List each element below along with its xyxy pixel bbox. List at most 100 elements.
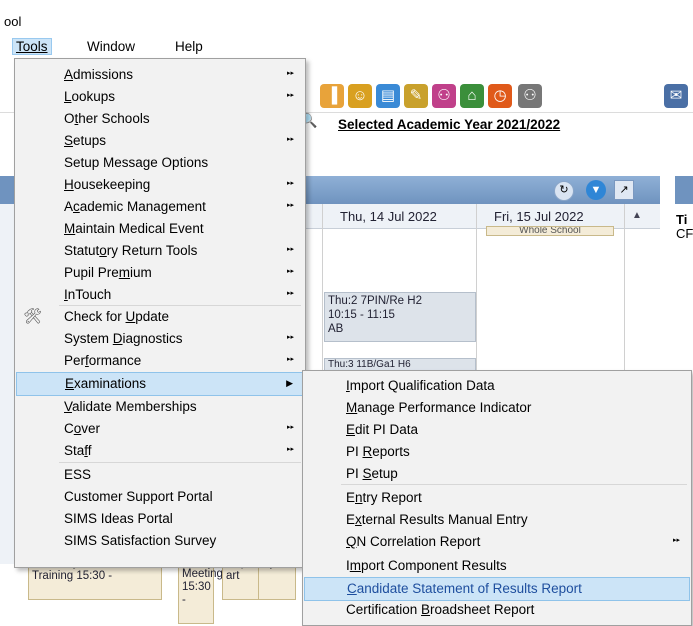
- left-pane: [0, 204, 14, 564]
- menu-item-customer-support-portal[interactable]: Customer Support Portal: [16, 486, 304, 508]
- chevron-down-icon[interactable]: ▼: [586, 180, 606, 200]
- mail-icon[interactable]: ✉: [664, 84, 688, 108]
- submenu-item-external-results-manual-entry[interactable]: External Results Manual Entry: [304, 509, 690, 531]
- right-pane-header: [675, 176, 693, 204]
- menu-item-housekeeping[interactable]: Housekeeping ▸▸: [16, 174, 304, 196]
- menu-item-sims-satisfaction-survey[interactable]: SIMS Satisfaction Survey: [16, 530, 304, 552]
- menu-item-performance[interactable]: Performance ▸▸: [16, 350, 304, 372]
- submenu-item-label: External Results Manual Entry: [346, 512, 528, 527]
- menu-tools[interactable]: Tools: [12, 38, 52, 55]
- menu-item-setups[interactable]: Setups ▸▸: [16, 130, 304, 152]
- menu-item-maintain-medical-event[interactable]: Maintain Medical Event: [16, 218, 304, 240]
- submenu-item-entry-report[interactable]: Entry Report: [304, 487, 690, 509]
- user-help-icon[interactable]: ⚇: [518, 84, 542, 108]
- clock-icon[interactable]: ◷: [488, 84, 512, 108]
- menu-item-label: Housekeeping: [64, 177, 151, 192]
- menu-help[interactable]: Help: [172, 39, 206, 54]
- submenu-item-certification-broadsheet-report[interactable]: Certification Broadsheet Report: [304, 599, 690, 621]
- edit-icon[interactable]: ✎: [404, 84, 428, 108]
- chart-icon[interactable]: ▐: [320, 84, 344, 108]
- menu-item-intouch[interactable]: InTouch ▸▸: [16, 284, 304, 306]
- menu-item-ess[interactable]: ESS: [16, 464, 304, 486]
- menu-help-label: Help: [175, 39, 203, 54]
- submenu-arrow-icon: ▸▸: [286, 246, 294, 253]
- menu-item-label: SIMS Satisfaction Survey: [64, 533, 217, 548]
- menu-item-label: Validate Memberships: [64, 399, 197, 414]
- submenu-item-qn-correlation-report[interactable]: QN Correlation Report ▸▸: [304, 531, 690, 553]
- menu-item-label: Cover: [64, 421, 101, 436]
- menu-item-other-schools[interactable]: Other Schools: [16, 108, 304, 130]
- submenu-item-import-component-results[interactable]: Import Component Results: [304, 555, 690, 577]
- menu-item-label: Performance: [64, 353, 142, 368]
- menu-item-staff[interactable]: Staff ▸▸: [16, 440, 304, 462]
- menu-item-label: Maintain Medical Event: [64, 221, 204, 236]
- submenu-item-label: Certification Broadsheet Report: [346, 602, 535, 617]
- menu-item-label: InTouch: [64, 287, 112, 302]
- right-pane-label: CF: [676, 226, 693, 241]
- menu-item-label: Other Schools: [64, 111, 150, 126]
- menu-item-academic-management[interactable]: Academic Management ▸▸: [16, 196, 304, 218]
- menu-item-lookups[interactable]: Lookups ▸▸: [16, 86, 304, 108]
- calendar-event[interactable]: Thu:2 7PIN/Re H2 10:15 - 11:15 AB: [324, 292, 476, 342]
- column-divider: [624, 204, 625, 384]
- menu-item-check-for-update[interactable]: Check for Update: [16, 306, 304, 328]
- person-chart-icon[interactable]: ☺: [348, 84, 372, 108]
- submenu-item-label: Import Component Results: [346, 558, 507, 573]
- title-bar: ool: [0, 0, 693, 37]
- submenu-item-import-qualification-data[interactable]: Import Qualification Data: [304, 375, 690, 397]
- refresh-icon[interactable]: ↻: [554, 181, 574, 201]
- document-icon[interactable]: ▤: [376, 84, 400, 108]
- menu-item-validate-memberships[interactable]: Validate Memberships: [16, 396, 304, 418]
- menu-item-sims-ideas-portal[interactable]: SIMS Ideas Portal: [16, 508, 304, 530]
- menu-bar: Tools Window Help: [0, 36, 693, 58]
- submenu-arrow-icon: ▸▸: [286, 446, 294, 453]
- menu-separator: [341, 484, 687, 485]
- menu-tools-label: Tools: [16, 39, 48, 54]
- menu-item-label: Setups: [64, 133, 107, 148]
- examinations-submenu: Import Qualification Data Manage Performa…: [302, 370, 692, 626]
- users-icon[interactable]: ⚇: [432, 84, 456, 108]
- submenu-arrow-icon: ▸▸: [286, 334, 294, 341]
- menu-separator: [59, 305, 301, 306]
- submenu-item-label: Manage Performance Indicator: [346, 400, 532, 415]
- academic-year-link[interactable]: Selected Academic Year 2021/2022: [338, 117, 560, 132]
- menu-item-statutory-return-tools[interactable]: Statutory Return Tools ▸▸: [16, 240, 304, 262]
- expand-icon[interactable]: ↗: [614, 180, 634, 200]
- menu-item-label: System Diagnostics: [64, 331, 183, 346]
- menu-item-label: Academic Management: [64, 199, 206, 214]
- window-title: ool: [4, 14, 22, 29]
- menu-item-label: Staff: [64, 443, 92, 458]
- submenu-item-candidate-statement-of-results-report[interactable]: Candidate Statement of Results Report: [304, 577, 690, 601]
- menu-item-label: Customer Support Portal: [64, 489, 213, 504]
- menu-item-pupil-premium[interactable]: Pupil Premium ▸▸: [16, 262, 304, 284]
- menu-item-cover[interactable]: Cover ▸▸: [16, 418, 304, 440]
- submenu-item-label: PI Reports: [346, 444, 410, 459]
- submenu-arrow-icon: ▸▸: [286, 424, 294, 431]
- menu-item-label: Check for Update: [64, 309, 170, 324]
- menu-item-setup-message-options[interactable]: Setup Message Options: [16, 152, 304, 174]
- scroll-up-icon[interactable]: ▲: [632, 210, 642, 221]
- menu-item-label: Admissions: [64, 67, 134, 82]
- menu-window[interactable]: Window: [84, 39, 138, 54]
- submenu-item-edit-pi-data[interactable]: Edit PI Data: [304, 419, 690, 441]
- left-pane-header: [0, 176, 14, 204]
- submenu-item-label: Entry Report: [346, 490, 422, 505]
- home-icon[interactable]: ⌂: [460, 84, 484, 108]
- menu-item-examinations[interactable]: Examinations ▶: [16, 372, 304, 396]
- menu-item-label: Examinations: [65, 376, 147, 391]
- submenu-item-pi-reports[interactable]: PI Reports: [304, 441, 690, 463]
- right-pane-label: Ti: [676, 212, 688, 227]
- submenu-arrow-icon: ▸▸: [672, 537, 680, 544]
- menu-item-system-diagnostics[interactable]: System Diagnostics ▸▸: [16, 328, 304, 350]
- submenu-item-label: Candidate Statement of Results Report: [347, 581, 582, 596]
- tools-menu: 🛠 Admissions ▸▸ Lookups ▸▸ Other Schools Setu…: [14, 58, 306, 568]
- whole-school-event[interactable]: Whole School: [486, 226, 614, 236]
- submenu-item-label: PI Setup: [346, 466, 398, 481]
- menu-item-label: SIMS Ideas Portal: [64, 511, 173, 526]
- submenu-item-label: Edit PI Data: [346, 422, 419, 437]
- submenu-item-label: QN Correlation Report: [346, 534, 481, 549]
- menu-item-admissions[interactable]: Admissions ▸▸: [16, 64, 304, 86]
- submenu-item-manage-performance-indicator[interactable]: Manage Performance Indicator: [304, 397, 690, 419]
- submenu-item-pi-setup[interactable]: PI Setup: [304, 463, 690, 485]
- submenu-arrow-icon: ▶: [286, 378, 293, 388]
